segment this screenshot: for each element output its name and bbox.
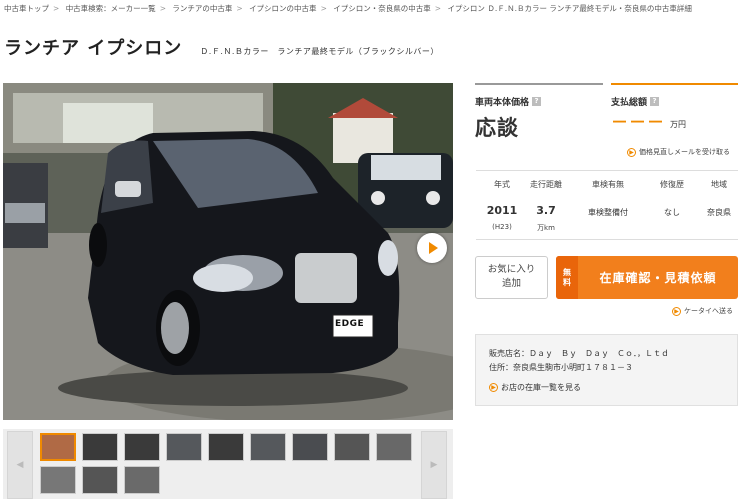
breadcrumb-item[interactable]: イプシロンの中古車 (249, 4, 317, 13)
dealer-stock-link[interactable]: ▶ お店の在庫一覧を見る (489, 382, 737, 393)
body-price-panel: 車両本体価格 ? 応談 (475, 83, 603, 163)
thumbnail[interactable] (250, 433, 286, 461)
breadcrumb-item[interactable]: ランチアの中古車 (172, 4, 232, 13)
breadcrumb-current: イプシロン Ｄ.Ｆ.Ｎ.Ｂカラー ランチア最終モデル・奈良県の中古車詳細 (447, 4, 692, 13)
thumbnail-list (40, 433, 418, 497)
thumbnail-next-button[interactable]: ▶ (421, 431, 447, 499)
help-icon[interactable]: ? (532, 97, 542, 106)
free-badge: 無料 (556, 256, 578, 299)
title-row: ランチア イプシロン Ｄ.Ｆ.Ｎ.Ｂカラー ランチア最終モデル（ブラックシルバー… (4, 34, 439, 60)
license-plate-badge: EDGE (335, 319, 365, 329)
chevron-left-icon: ◀ (16, 460, 24, 470)
dealer-info: 販売店名：Ｄａｙ Ｂｙ Ｄａｙ Ｃｏ．，Ｌｔｄ 住所：奈良県生駒市小明町１７８１… (475, 334, 738, 406)
spec-inspection: 車検有無 車検整備付 (588, 180, 628, 217)
thumbnail[interactable] (334, 433, 370, 461)
body-price-value: 応談 (475, 116, 519, 140)
thumbnail-strip: ◀ ▶ (3, 429, 453, 499)
breadcrumb-item[interactable]: イプシロン・奈良県の中古車 (333, 4, 431, 13)
spec-mileage: 走行距離 3.7 万km (530, 180, 562, 232)
thumbnail[interactable] (208, 433, 244, 461)
add-favorite-button[interactable]: お気に入り 追加 (475, 256, 548, 299)
arrow-right-icon: ▶ (672, 306, 681, 316)
price-alert-label: 価格見直しメールを受け取る (639, 148, 730, 156)
thumbnail[interactable] (292, 433, 328, 461)
thumbnail-prev-button[interactable]: ◀ (7, 431, 33, 499)
add-favorite-label: お気に入り 追加 (487, 264, 536, 289)
arrow-right-icon: ▶ (627, 147, 636, 157)
quote-request-label: 在庫確認・見積依頼 (599, 271, 717, 285)
page-title: ランチア イプシロン (4, 38, 183, 59)
chevron-right-icon: ▶ (430, 460, 438, 470)
thumbnail[interactable] (40, 466, 76, 494)
thumbnail[interactable] (40, 433, 76, 461)
breadcrumb: 中古車トップ > 中古車検索：メーカー一覧 > ランチアの中古車 > イプシロンの中古… (4, 4, 692, 13)
spec-repair-history: 修復歴 なし (660, 180, 684, 217)
breadcrumb-item[interactable]: 中古車トップ (4, 4, 49, 13)
thumbnail[interactable] (166, 433, 202, 461)
thumbnail[interactable] (376, 433, 412, 461)
dealer-stock-label: お店の在庫一覧を見る (501, 383, 581, 392)
total-price-value: －－－ (611, 113, 665, 133)
grade-subtitle: Ｄ.Ｆ.Ｎ.Ｂカラー ランチア最終モデル（ブラックシルバー） (200, 47, 439, 56)
spec-table: 年式 2011 (H23) 走行距離 3.7 万km 車検有無 車検整備付 修復… (476, 170, 738, 240)
body-price-label: 車両本体価格 (475, 98, 530, 108)
spec-region: 地域 奈良県 (707, 180, 731, 217)
dealer-address: 住所：奈良県生駒市小明町１７８１－３ (489, 363, 633, 372)
total-price-unit: 万円 (670, 120, 686, 129)
thumbnail[interactable] (124, 466, 160, 494)
next-photo-button[interactable] (417, 233, 447, 263)
thumbnail[interactable] (82, 466, 118, 494)
price-alert-link[interactable]: ▶ 価格見直しメールを受け取る (627, 147, 730, 157)
breadcrumb-item[interactable]: 中古車検索：メーカー一覧 (66, 4, 156, 13)
dealer-name: 販売店名：Ｄａｙ Ｂｙ Ｄａｙ Ｃｏ．，Ｌｔｄ (489, 349, 669, 358)
main-car-photo[interactable]: EDGE (3, 83, 453, 420)
help-icon[interactable]: ? (650, 97, 660, 106)
play-icon (429, 242, 438, 254)
send-to-mobile-link[interactable]: ▶ ケータイへ送る (672, 306, 733, 316)
arrow-right-icon: ▶ (489, 383, 498, 392)
quote-request-button[interactable]: 無料 在庫確認・見積依頼 (556, 256, 738, 299)
thumbnail[interactable] (124, 433, 160, 461)
car-photo-illustration (3, 83, 453, 420)
thumbnail[interactable] (82, 433, 118, 461)
send-to-mobile-label: ケータイへ送る (684, 307, 733, 315)
total-price-label: 支払総額 (611, 98, 648, 108)
